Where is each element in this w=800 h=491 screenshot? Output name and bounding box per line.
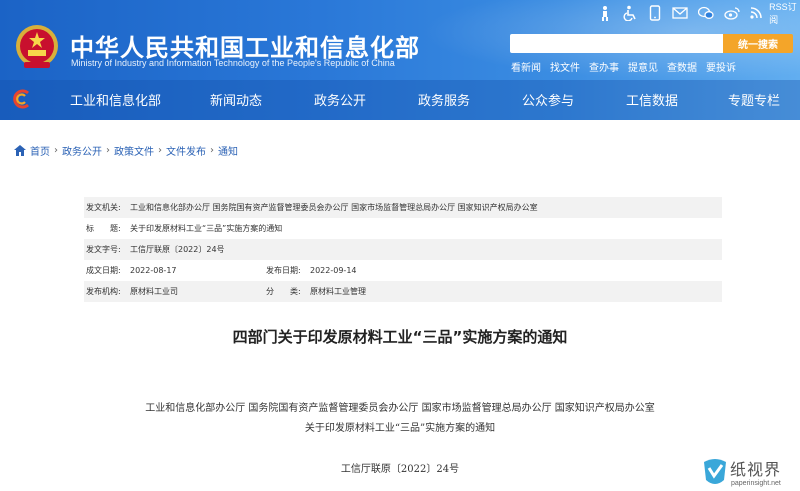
- breadcrumb: 首页 › 政务公开 › 政策文件 › 文件发布 › 通知: [14, 143, 238, 158]
- quick-links: 看新闻 找文件 查办事 提意见 查数据 要投诉: [511, 59, 736, 74]
- nav-item-government-services[interactable]: 政务服务: [418, 90, 470, 109]
- site-header: 中华人民共和国工业和信息化部 Ministry of Industry and …: [0, 0, 800, 120]
- meta-value-title: 关于印发原材料工业“三品”实施方案的通知: [130, 224, 283, 233]
- miit-logo-icon[interactable]: [12, 89, 32, 109]
- meta-row-title: 标 题: 关于印发原材料工业“三品”实施方案的通知: [84, 218, 722, 239]
- article-doc-number: 工信厅联原〔2022〕24号: [340, 464, 460, 475]
- meta-row-issuer: 发文机关: 工业和信息化部办公厅 国务院国有资产监督管理委员会办公厅 国家市场监…: [84, 197, 722, 218]
- breadcrumb-government-affairs[interactable]: 政务公开: [62, 143, 102, 158]
- breadcrumb-document-release[interactable]: 文件发布: [166, 143, 206, 158]
- article-subject-line: 关于印发原材料工业“三品”实施方案的通知: [304, 423, 496, 434]
- watermark-text: 纸视界: [730, 460, 782, 479]
- meta-label: 成文日期:: [86, 266, 121, 275]
- nav-item-public-participation[interactable]: 公众参与: [522, 90, 574, 109]
- article-issuers-line: 工业和信息化部办公厅 国务院国有资产监督管理委员会办公厅 国家市场监督管理总局办…: [145, 403, 655, 414]
- nav-item-miit[interactable]: 工业和信息化部: [70, 90, 161, 109]
- watermark-url: paperinsight.net: [731, 480, 781, 487]
- breadcrumb-policy-documents[interactable]: 政策文件: [114, 143, 154, 158]
- breadcrumb-separator-icon: ›: [158, 145, 162, 156]
- wechat-icon[interactable]: [697, 5, 714, 21]
- nav-item-data[interactable]: 工信数据: [626, 90, 678, 109]
- meta-value-issuer: 工业和信息化部办公厅 国务院国有资产监督管理委员会办公厅 国家市场监督管理总局办…: [130, 203, 538, 212]
- main-nav: 工业和信息化部 新闻动态 政务公开 政务服务 公众参与 工信数据 专题专栏: [0, 80, 800, 120]
- top-toolbar: RSS订阅: [598, 2, 800, 25]
- watermark: 纸视界 paperinsight.net: [700, 454, 800, 491]
- site-subtitle: Ministry of Industry and Information Tec…: [71, 58, 395, 68]
- home-icon[interactable]: [14, 145, 26, 156]
- meta-row-doc-number: 发文字号: 工信厅联原〔2022〕24号: [84, 239, 722, 260]
- elder-mode-icon[interactable]: [598, 5, 612, 21]
- breadcrumb-home[interactable]: 首页: [30, 143, 50, 158]
- quick-link-news[interactable]: 看新闻: [511, 59, 541, 74]
- national-emblem-icon: [16, 25, 58, 68]
- meta-value-created-date: 2022-08-17: [130, 266, 177, 275]
- nav-item-news[interactable]: 新闻动态: [210, 90, 262, 109]
- nav-item-government-affairs[interactable]: 政务公开: [314, 90, 366, 109]
- weibo-icon[interactable]: [723, 5, 740, 21]
- meta-label: 发布日期:: [266, 266, 301, 275]
- meta-value-org: 原材料工业司: [130, 287, 178, 296]
- mobile-icon[interactable]: [648, 5, 662, 21]
- paperinsight-logo-icon: [704, 459, 726, 484]
- meta-label: 发布机构:: [86, 287, 121, 296]
- search-input[interactable]: [510, 34, 723, 53]
- nav-item-topics[interactable]: 专题专栏: [728, 90, 780, 109]
- quick-link-feedback[interactable]: 提意见: [628, 59, 658, 74]
- breadcrumb-separator-icon: ›: [54, 145, 58, 156]
- meta-value-doc-number: 工信厅联原〔2022〕24号: [130, 245, 225, 254]
- breadcrumb-separator-icon: ›: [106, 145, 110, 156]
- rss-icon[interactable]: [750, 5, 764, 21]
- accessibility-icon[interactable]: [622, 5, 638, 21]
- quick-link-complaint[interactable]: 要投诉: [706, 59, 736, 74]
- search-button[interactable]: 统一搜索: [723, 34, 793, 53]
- quick-link-documents[interactable]: 找文件: [550, 59, 580, 74]
- meta-value-category: 原材料工业管理: [310, 287, 366, 296]
- meta-label: 标 题:: [86, 224, 121, 233]
- meta-row-org: 发布机构: 原材料工业司 分 类: 原材料工业管理: [84, 281, 722, 302]
- breadcrumb-notice[interactable]: 通知: [218, 143, 238, 158]
- rss-label[interactable]: RSS订阅: [769, 0, 800, 26]
- meta-label: 发文机关:: [86, 203, 121, 212]
- mail-icon[interactable]: [671, 5, 688, 21]
- meta-label: 分 类:: [266, 287, 301, 296]
- breadcrumb-separator-icon: ›: [210, 145, 214, 156]
- meta-value-published-date: 2022-09-14: [310, 266, 357, 275]
- quick-link-data[interactable]: 查数据: [667, 59, 697, 74]
- meta-row-dates: 成文日期: 2022-08-17 发布日期: 2022-09-14: [84, 260, 722, 281]
- document-metadata-table: 发文机关: 工业和信息化部办公厅 国务院国有资产监督管理委员会办公厅 国家市场监…: [84, 197, 722, 302]
- meta-label: 发文字号:: [86, 245, 121, 254]
- quick-link-services[interactable]: 查办事: [589, 59, 619, 74]
- article-title: 四部门关于印发原材料工业“三品”实施方案的通知: [232, 328, 568, 346]
